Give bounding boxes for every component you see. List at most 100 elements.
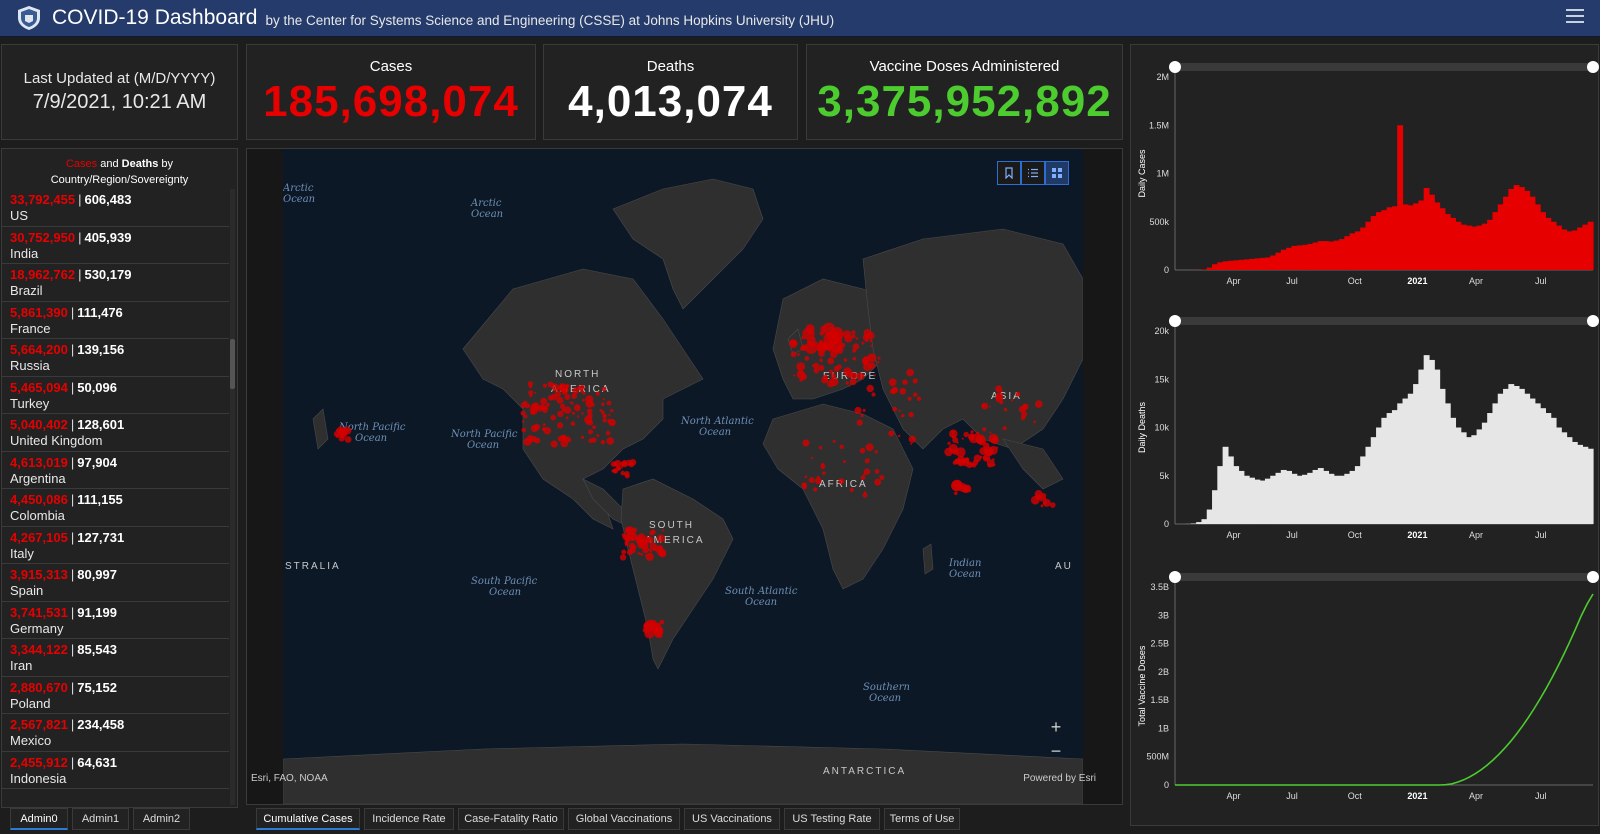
case-marker[interactable] <box>1003 407 1008 412</box>
case-marker[interactable] <box>651 621 655 625</box>
case-marker[interactable] <box>819 358 823 362</box>
chart-bar[interactable] <box>1423 187 1430 270</box>
case-marker[interactable] <box>644 621 649 625</box>
case-marker[interactable] <box>948 443 958 454</box>
case-marker[interactable] <box>829 377 839 387</box>
case-marker[interactable] <box>629 459 637 466</box>
tab-admin1[interactable]: Admin1 <box>72 808 129 830</box>
case-marker[interactable] <box>799 378 803 382</box>
case-marker[interactable] <box>856 372 865 381</box>
tab-global-vaccinations[interactable]: Global Vaccinations <box>568 808 680 830</box>
case-marker[interactable] <box>619 461 626 467</box>
case-marker[interactable] <box>860 413 864 418</box>
chart-bar[interactable] <box>1243 475 1250 524</box>
chart-bar[interactable] <box>1333 240 1340 270</box>
case-marker[interactable] <box>996 446 999 449</box>
chart-bar[interactable] <box>1428 194 1435 270</box>
case-marker[interactable] <box>981 403 985 408</box>
chart-bar[interactable] <box>1270 475 1277 524</box>
chart-bar[interactable] <box>1550 221 1557 270</box>
chart-bar[interactable] <box>1365 446 1372 524</box>
chart-bar[interactable] <box>1317 241 1324 270</box>
chart-bar[interactable] <box>1339 475 1345 524</box>
chart-bar[interactable] <box>1518 187 1525 270</box>
chart-bar[interactable] <box>1275 252 1282 270</box>
world-map[interactable]: NORTH AMERICA SOUTH AMERICA EUROPE ASIA … <box>283 149 1083 804</box>
case-marker[interactable] <box>818 445 823 450</box>
case-marker[interactable] <box>982 427 987 432</box>
case-marker[interactable] <box>551 383 554 386</box>
list-item[interactable]: 2,880,670 | 75,152 Poland <box>2 677 229 714</box>
case-marker[interactable] <box>810 456 814 459</box>
chart-bar[interactable] <box>1391 410 1398 524</box>
case-marker[interactable] <box>608 413 611 416</box>
list-item[interactable]: 18,962,762 | 530,179 Brazil <box>2 264 229 302</box>
case-marker[interactable] <box>534 391 537 394</box>
chart-bar[interactable] <box>1582 224 1589 270</box>
chart-bar[interactable] <box>1381 210 1388 270</box>
chart-bar[interactable] <box>1312 469 1319 524</box>
case-marker[interactable] <box>530 410 536 415</box>
case-marker[interactable] <box>818 364 825 371</box>
tab-admin0[interactable]: Admin0 <box>10 808 68 830</box>
case-marker[interactable] <box>908 411 914 418</box>
case-marker[interactable] <box>631 527 637 533</box>
case-marker[interactable] <box>571 393 578 399</box>
case-marker[interactable] <box>829 339 834 344</box>
case-marker[interactable] <box>550 414 556 421</box>
case-marker[interactable] <box>562 389 568 395</box>
chart-bar[interactable] <box>1307 243 1314 270</box>
case-marker[interactable] <box>602 398 605 401</box>
list-item[interactable]: 5,861,390 | 111,476 France <box>2 302 229 339</box>
case-marker[interactable] <box>528 385 533 389</box>
case-marker[interactable] <box>599 409 603 412</box>
chart-bar[interactable] <box>1555 427 1562 525</box>
chart-bar[interactable] <box>1497 204 1504 270</box>
case-marker[interactable] <box>542 427 546 432</box>
chart-bar[interactable] <box>1413 203 1419 270</box>
chart-bar[interactable] <box>1328 241 1335 270</box>
case-marker[interactable] <box>913 392 918 397</box>
case-marker[interactable] <box>874 469 880 474</box>
case-marker[interactable] <box>534 437 541 444</box>
chart-bar[interactable] <box>1217 262 1224 270</box>
case-marker[interactable] <box>595 391 600 396</box>
case-marker[interactable] <box>954 491 958 496</box>
chart-bar[interactable] <box>1476 225 1483 270</box>
case-marker[interactable] <box>642 546 649 554</box>
chart-bar[interactable] <box>1376 212 1382 270</box>
chart-bar[interactable] <box>1201 519 1208 525</box>
case-marker[interactable] <box>995 395 1003 403</box>
list-item[interactable]: 5,465,094 | 50,096 Turkey <box>2 377 229 414</box>
chart-bar[interactable] <box>1418 200 1425 270</box>
case-marker[interactable] <box>587 413 593 419</box>
chart-bar[interactable] <box>1529 398 1536 524</box>
chart-bar[interactable] <box>1323 470 1330 525</box>
case-marker[interactable] <box>569 401 572 404</box>
chart-bar[interactable] <box>1243 259 1250 270</box>
list-item[interactable]: 3,915,313 | 80,997 Spain <box>2 564 229 602</box>
chart-bar[interactable] <box>1545 217 1552 270</box>
case-marker[interactable] <box>1040 504 1044 508</box>
case-marker[interactable] <box>610 461 617 467</box>
chart-bar[interactable] <box>1418 369 1425 524</box>
chart-bar[interactable] <box>1344 236 1351 270</box>
case-marker[interactable] <box>956 441 959 444</box>
chart-bar[interactable] <box>1212 264 1218 270</box>
case-marker[interactable] <box>808 477 815 484</box>
chart-bar[interactable] <box>1344 473 1351 524</box>
chart-bar[interactable] <box>1571 230 1578 270</box>
case-marker[interactable] <box>865 443 874 452</box>
case-marker[interactable] <box>557 410 564 418</box>
case-marker[interactable] <box>851 334 856 339</box>
chart-bar[interactable] <box>1227 456 1234 524</box>
chart-bar[interactable] <box>1466 437 1472 524</box>
case-marker[interactable] <box>654 627 664 637</box>
chart-bar[interactable] <box>1301 474 1308 524</box>
chart-bar[interactable] <box>1561 229 1568 270</box>
chart-bar[interactable] <box>1296 245 1303 270</box>
case-marker[interactable] <box>877 361 880 364</box>
case-marker[interactable] <box>588 438 594 444</box>
case-marker[interactable] <box>975 434 986 445</box>
case-marker[interactable] <box>585 399 594 408</box>
